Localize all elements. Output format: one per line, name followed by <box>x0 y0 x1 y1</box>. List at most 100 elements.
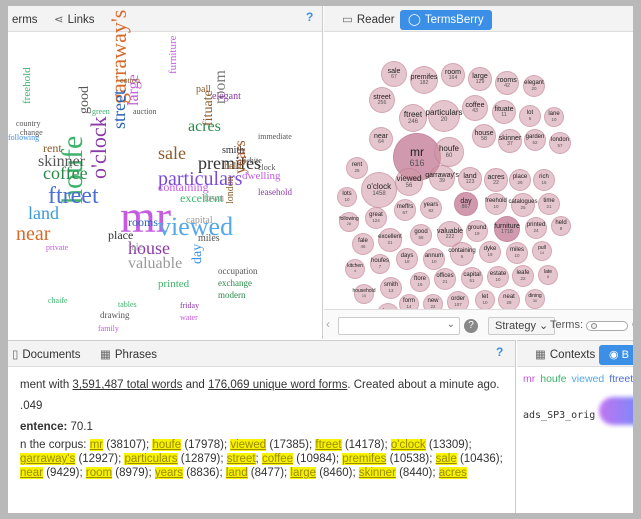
term-bubble[interactable]: excellent 21 <box>378 228 402 252</box>
tab-contexts[interactable]: ▦ Contexts <box>535 345 595 365</box>
cloud-word[interactable]: leasehold <box>258 188 292 197</box>
frequent-term-link[interactable]: room <box>85 467 113 479</box>
frequent-term-link[interactable]: years <box>154 467 184 479</box>
term-bubble[interactable]: house 58 <box>472 124 496 148</box>
tab-phrases[interactable]: ▦ Phrases <box>100 345 157 365</box>
term-bubble[interactable]: rich 16 <box>533 169 555 191</box>
term-bubble[interactable]: garden 52 <box>524 129 546 151</box>
context-word[interactable]: ftreet <box>609 373 633 385</box>
term-bubble[interactable]: garraway's 39 <box>425 165 459 191</box>
term-bubble[interactable]: miles 10 <box>506 242 528 264</box>
term-bubble[interactable]: estate 10 <box>487 266 509 288</box>
term-bubble[interactable]: street 256 <box>369 87 395 113</box>
term-bubble[interactable]: coffee 43 <box>462 95 488 121</box>
term-bubble[interactable]: houfes 7 <box>370 254 390 274</box>
term-bubble[interactable]: catalogues 25 <box>508 193 538 217</box>
cloud-word[interactable]: valuable <box>128 256 182 272</box>
term-bubble[interactable]: rooms 42 <box>495 71 519 95</box>
context-word[interactable]: viewed <box>572 373 605 385</box>
term-bubble[interactable]: great 124 <box>365 207 387 229</box>
cloud-word[interactable]: day <box>190 244 205 264</box>
frequent-term-link[interactable]: skinner <box>358 467 396 479</box>
term-bubble[interactable]: acres 22 <box>484 168 508 192</box>
term-bubble[interactable]: dyke 18 <box>479 241 501 263</box>
cloud-word[interactable]: green <box>92 108 110 116</box>
frequent-term-link[interactable]: sale <box>435 453 457 465</box>
term-bubble[interactable]: lane 10 <box>544 107 564 127</box>
cloud-word[interactable]: smith <box>222 146 244 156</box>
frequent-term-link[interactable]: street <box>226 453 256 465</box>
frequent-term-link[interactable]: mr <box>89 439 104 451</box>
cloud-word[interactable]: private <box>46 244 68 252</box>
frequent-term-link[interactable]: premifes <box>342 453 387 465</box>
cloud-word[interactable]: clock <box>258 164 275 172</box>
term-bubble[interactable]: following 28 <box>339 212 359 232</box>
term-bubble[interactable]: days 18 <box>396 248 418 270</box>
cloud-word[interactable]: friday <box>180 302 199 310</box>
term-bubble[interactable]: land 123 <box>458 167 482 191</box>
help-icon[interactable]: ? <box>496 345 503 359</box>
term-bubble[interactable]: time 21 <box>538 193 560 215</box>
frequent-term-link[interactable]: garraway's <box>20 453 76 465</box>
frequent-term-link[interactable]: large <box>290 467 316 479</box>
cloud-word[interactable]: good <box>77 86 92 114</box>
cloud-word[interactable]: country <box>16 120 40 128</box>
term-bubble[interactable]: furniture 1718 <box>494 216 520 242</box>
term-bubble[interactable]: printed 24 <box>525 217 547 239</box>
context-word[interactable]: houfe <box>540 373 566 385</box>
cloud-word[interactable]: london <box>225 176 236 204</box>
term-bubble[interactable]: viewed 56 <box>395 168 423 196</box>
term-bubble[interactable]: premifes 182 <box>410 66 438 94</box>
cloud-word[interactable]: skinner <box>38 154 85 170</box>
scroll-left-arrow[interactable]: ‹ <box>326 317 330 331</box>
term-bubble[interactable]: rent 25 <box>346 157 368 179</box>
tab-links[interactable]: ⋖ Links <box>54 10 95 30</box>
frequent-term-link[interactable]: ftreet <box>315 439 342 451</box>
cloud-word[interactable]: elegant <box>212 92 241 102</box>
term-bubble[interactable]: houfe 60 <box>434 137 464 167</box>
cloud-word[interactable]: modern <box>218 291 246 300</box>
term-bubble[interactable]: ground 19 <box>466 220 488 242</box>
cloud-word[interactable]: rent <box>43 142 62 154</box>
term-bubble[interactable]: near 64 <box>369 127 393 151</box>
help-icon[interactable]: ? <box>306 10 313 24</box>
cloud-word[interactable]: cotton <box>120 77 140 85</box>
frequent-term-link[interactable]: viewed <box>230 439 267 451</box>
frequent-term-link[interactable]: o'clock <box>390 439 426 451</box>
term-bubble[interactable]: day 867 <box>454 192 478 216</box>
term-bubble[interactable]: fituate 11 <box>492 100 516 124</box>
term-bubble[interactable]: large 129 <box>468 67 492 91</box>
tab-documents[interactable]: ▯ Documents <box>12 345 81 365</box>
cloud-word[interactable]: rooms <box>128 216 158 228</box>
term-bubble[interactable]: lot 6 <box>519 105 541 127</box>
cloud-word[interactable]: miles <box>198 234 220 244</box>
context-word[interactable]: mr <box>523 373 535 385</box>
cloud-word[interactable]: near <box>16 224 50 244</box>
tab-termsberry[interactable]: ◯ TermsBerry <box>400 10 492 30</box>
cloud-word[interactable]: capital <box>186 216 213 226</box>
cloud-word[interactable]: drawing <box>100 311 130 320</box>
term-bubble[interactable]: capital 51 <box>461 267 483 289</box>
term-bubble[interactable]: offices 21 <box>434 268 456 290</box>
term-bubble[interactable]: late 8 <box>538 265 558 285</box>
term-bubble[interactable]: neat 28 <box>498 289 520 311</box>
term-bubble[interactable]: let 10 <box>475 290 495 310</box>
term-bubble[interactable]: annum 10 <box>423 248 445 270</box>
cloud-word[interactable]: water <box>180 314 198 322</box>
term-search-combo[interactable]: ⌄ <box>338 317 460 335</box>
cloud-word[interactable]: land <box>28 204 59 222</box>
tab-terms[interactable]: erms <box>12 10 38 30</box>
cloud-word[interactable]: pall <box>196 85 211 95</box>
frequent-term-link[interactable]: particulars <box>124 453 178 465</box>
term-bubble[interactable]: lots 10 <box>337 187 357 207</box>
cloud-word[interactable]: sale <box>158 144 186 162</box>
cloud-word[interactable]: change <box>20 129 43 137</box>
cloud-word[interactable]: tables <box>118 301 137 309</box>
cloud-word[interactable]: o'clock <box>86 116 111 179</box>
tab-reader[interactable]: ▭ Reader <box>342 10 395 30</box>
term-bubble[interactable]: good 58 <box>410 224 432 246</box>
term-bubble[interactable]: particulars 20 <box>426 100 462 132</box>
total-words-link[interactable]: 3,591,487 total words <box>72 379 182 391</box>
term-bubble[interactable]: pull 14 <box>532 241 552 261</box>
term-bubble[interactable]: o'clock 1458 <box>361 172 397 208</box>
